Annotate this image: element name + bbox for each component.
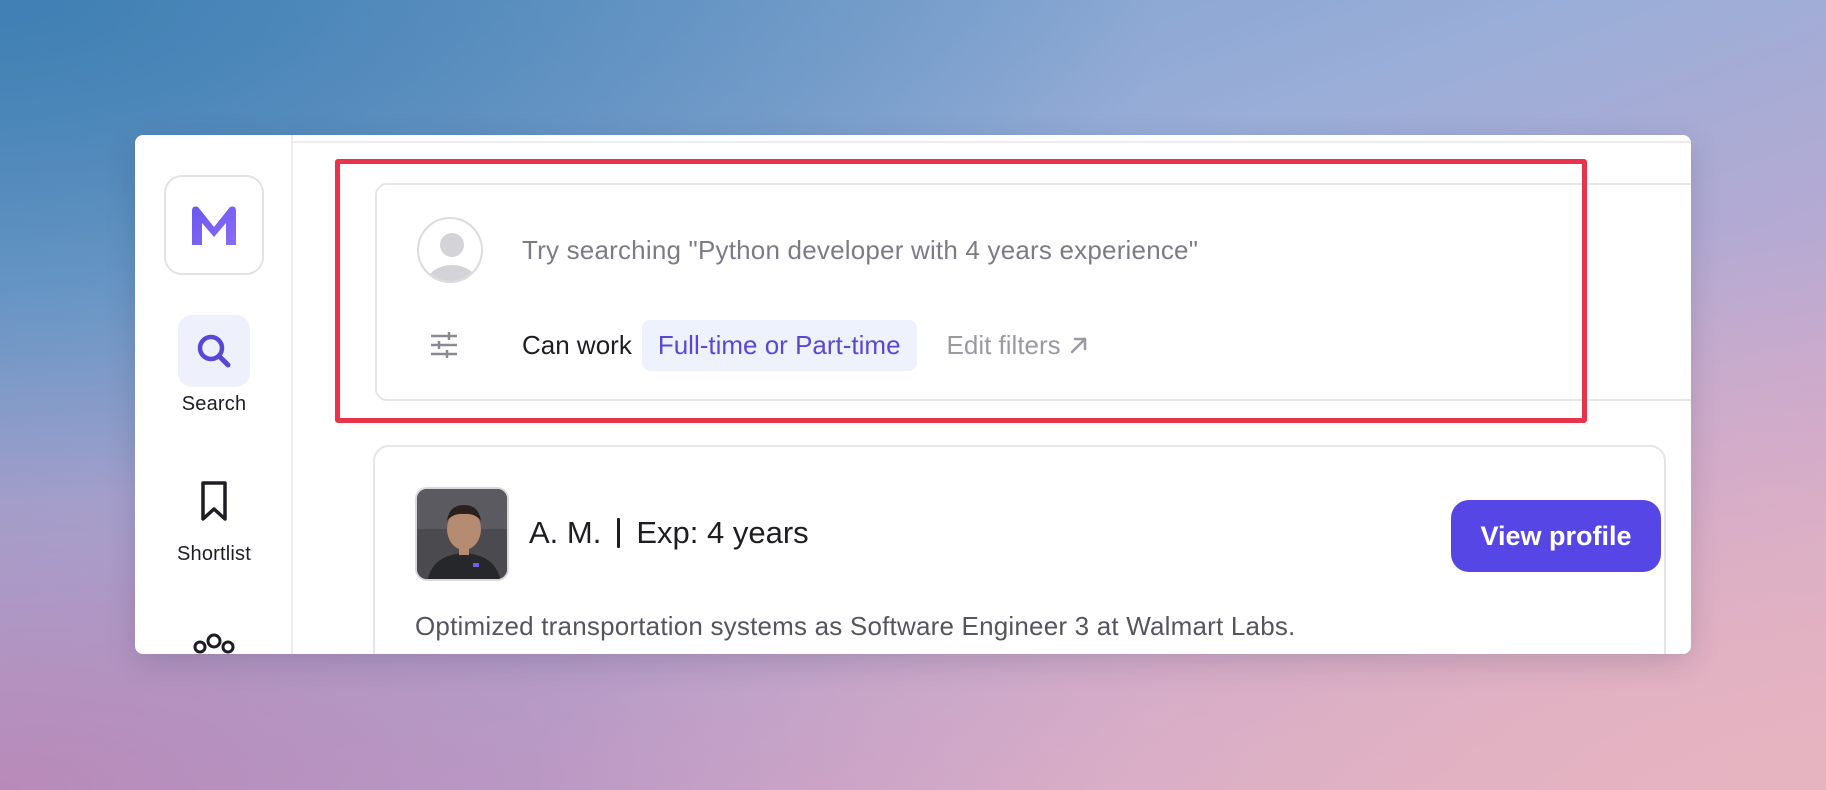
filter-chip[interactable]: Full-time or Part-time [641, 319, 917, 371]
filter-label: Can work [522, 329, 632, 360]
bookmark-icon [201, 481, 227, 521]
m-logo-icon [192, 206, 236, 245]
search-icon-box [178, 315, 250, 387]
candidate-heading: A. M. Exp: 4 years [529, 515, 809, 551]
user-avatar-icon[interactable] [417, 217, 483, 283]
search-input[interactable]: Try searching "Python developer with 4 y… [522, 235, 1198, 266]
arrow-up-right-icon [1070, 337, 1086, 354]
candidate-avatar[interactable] [415, 487, 509, 581]
sliders-icon[interactable] [429, 330, 459, 360]
search-card: Try searching "Python developer with 4 y… [375, 183, 1691, 401]
sidebar: Search Shortlist [135, 135, 293, 654]
header-divider [293, 141, 1691, 143]
team-icon [193, 633, 235, 654]
candidate-summary: Optimized transportation systems as Soft… [415, 611, 1296, 641]
view-profile-button[interactable]: View profile [1451, 500, 1661, 572]
candidate-card: A. M. Exp: 4 years View profile Optimize… [373, 445, 1666, 654]
sidebar-item-team[interactable] [135, 615, 293, 654]
app-logo[interactable] [164, 175, 264, 275]
candidate-experience: Exp: 4 years [636, 515, 809, 550]
search-icon [197, 334, 231, 368]
team-icon-box [178, 615, 250, 654]
app-window: Search Shortlist Try searching "Python d… [135, 135, 1691, 654]
sidebar-item-label: Shortlist [176, 543, 252, 565]
edit-filters-link[interactable]: Edit filters [947, 330, 1089, 361]
sidebar-item-search[interactable]: Search [135, 315, 293, 416]
sidebar-item-shortlist[interactable]: Shortlist [135, 465, 293, 566]
candidate-name: A. M. [529, 515, 602, 550]
filter-row: Can work Full-time or Part-time Edit fil… [522, 319, 1089, 371]
divider [617, 518, 621, 548]
sidebar-item-label: Search [181, 393, 247, 415]
bookmark-icon-box [178, 465, 250, 537]
edit-filters-label: Edit filters [946, 329, 1061, 360]
